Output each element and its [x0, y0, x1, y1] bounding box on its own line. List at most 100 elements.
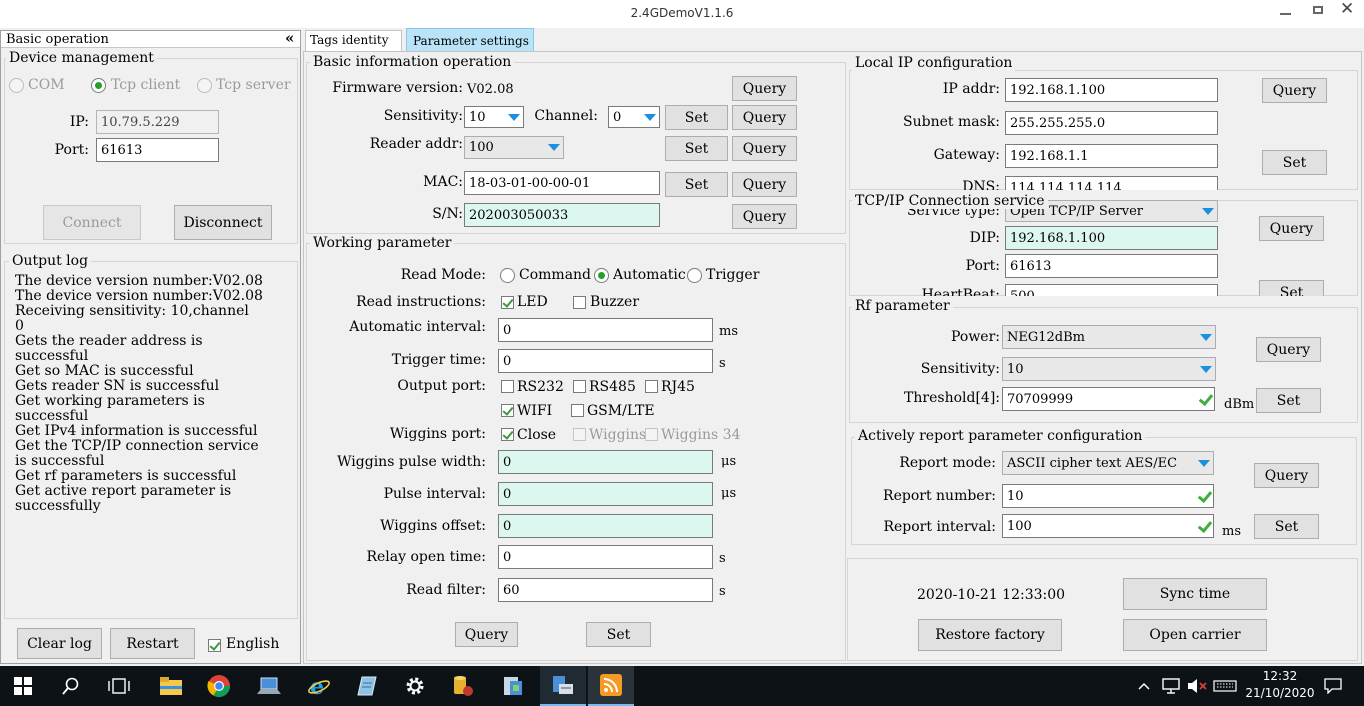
settings-gear-icon[interactable] — [392, 666, 438, 706]
port-field[interactable]: 61613 — [96, 138, 219, 162]
tab-tags-identity[interactable]: Tags identity — [305, 30, 402, 51]
tcpip-set-button[interactable]: Set — [1259, 280, 1324, 296]
local-ip-set-button[interactable]: Set — [1262, 150, 1327, 175]
english-checkbox[interactable] — [208, 639, 221, 652]
sensitivity-select[interactable]: 10 — [464, 106, 524, 128]
tcpip-port-label: Port: — [965, 258, 1000, 274]
report-set-button[interactable]: Set — [1254, 514, 1319, 539]
task-view-icon[interactable] — [96, 666, 142, 706]
restore-factory-button[interactable]: Restore factory — [918, 619, 1062, 651]
read-mode-automatic-radio[interactable] — [594, 268, 609, 283]
wiggins-a-label: Wiggins — [589, 427, 645, 443]
wiggins-close-checkbox[interactable] — [501, 428, 514, 441]
dns-field[interactable]: 114.114.114.114 — [1005, 176, 1218, 190]
pulse-interval-field[interactable]: 0 — [498, 482, 713, 506]
relay-open-time-field[interactable]: 0 — [498, 545, 713, 569]
tcpip-query-button[interactable]: Query — [1259, 216, 1324, 241]
taskbar-clock[interactable]: 12:32 21/10/2020 — [1242, 668, 1318, 704]
gateway-field[interactable]: 192.168.1.1 — [1005, 144, 1218, 168]
buzzer-checkbox[interactable] — [573, 296, 586, 309]
rf-set-button[interactable]: Set — [1256, 388, 1321, 413]
firmware-query-button[interactable]: Query — [732, 76, 797, 101]
tcpip-scroll[interactable]: Service type: Open TCP/IP Server DIP: 19… — [849, 200, 1358, 296]
mac-query-button[interactable]: Query — [732, 172, 797, 197]
local-ip-scroll[interactable]: IP addr: 192.168.1.100 Query Subnet mask… — [849, 70, 1358, 190]
notes-app-icon[interactable] — [344, 666, 390, 706]
read-mode-trigger-radio[interactable] — [687, 268, 702, 283]
reader-addr-set-button[interactable]: Set — [665, 136, 728, 161]
rs485-checkbox[interactable] — [573, 380, 586, 393]
com-radio[interactable] — [9, 78, 24, 93]
reader-addr-select[interactable]: 100 — [464, 136, 564, 159]
file-explorer-icon[interactable] — [148, 666, 194, 706]
laptop-app-icon[interactable] — [246, 666, 292, 706]
notifications-icon[interactable] — [1316, 666, 1350, 706]
maximize-button[interactable] — [1304, 2, 1330, 20]
rs232-checkbox[interactable] — [501, 380, 514, 393]
keyboard-icon[interactable] — [1210, 666, 1240, 706]
heartbeat-field[interactable]: 500 — [1005, 284, 1218, 296]
chevron-up-icon[interactable] — [1132, 666, 1156, 706]
ip-addr-field[interactable]: 192.168.1.100 — [1005, 78, 1218, 102]
volume-muted-icon[interactable] — [1184, 666, 1210, 706]
mac-field[interactable]: 18-03-01-00-00-01 — [464, 171, 660, 195]
report-number-field[interactable]: 10 — [1002, 484, 1214, 508]
subnet-mask-field[interactable]: 255.255.255.0 — [1005, 111, 1218, 135]
auto-interval-field[interactable]: 0 — [498, 318, 713, 342]
buzzer-label: Buzzer — [590, 294, 640, 310]
rf-sensitivity-select[interactable]: 10 — [1002, 357, 1216, 381]
power-select[interactable]: NEG12dBm — [1002, 325, 1216, 349]
wiggins-a-checkbox[interactable] — [573, 428, 586, 441]
rj45-checkbox[interactable] — [645, 380, 658, 393]
sn-query-button[interactable]: Query — [732, 204, 797, 229]
trigger-time-field[interactable]: 0 — [498, 349, 713, 373]
sensitivity-query-button[interactable]: Query — [732, 105, 797, 130]
connect-button[interactable]: Connect — [43, 205, 141, 240]
chrome-icon[interactable] — [196, 666, 242, 706]
minimize-button[interactable] — [1272, 4, 1298, 20]
report-interval-field[interactable]: 100 — [1002, 514, 1214, 538]
collapse-icon[interactable]: « — [285, 29, 294, 47]
sn-field[interactable]: 202003050033 — [464, 203, 660, 227]
working-query-button[interactable]: Query — [455, 622, 518, 647]
output-port-label: Output port: — [397, 378, 486, 394]
network-icon[interactable] — [1158, 666, 1184, 706]
dip-field[interactable]: 192.168.1.100 — [1005, 226, 1218, 250]
close-button[interactable]: ✕ — [1334, 0, 1360, 20]
clear-log-button[interactable]: Clear log — [17, 628, 102, 659]
tcpip-port-field[interactable]: 61613 — [1005, 254, 1218, 278]
wifi-checkbox[interactable] — [501, 404, 514, 417]
led-checkbox[interactable] — [501, 296, 514, 309]
local-ip-query-button[interactable]: Query — [1262, 78, 1327, 103]
sensitivity-set-button[interactable]: Set — [665, 105, 728, 130]
rf-query-button[interactable]: Query — [1256, 337, 1321, 362]
network-tool-icon[interactable] — [490, 666, 536, 706]
windows-start-icon[interactable] — [0, 666, 46, 706]
gsm-lte-checkbox[interactable] — [571, 404, 584, 417]
read-filter-field[interactable]: 60 — [498, 578, 713, 602]
internet-explorer-icon[interactable]: e — [296, 666, 342, 706]
ip-field[interactable]: 10.79.5.229 — [96, 110, 219, 134]
wiggins-b-checkbox[interactable] — [645, 428, 658, 441]
tcp-client-radio[interactable] — [91, 78, 106, 93]
pulse-width-field[interactable]: 0 — [498, 450, 713, 474]
report-query-button[interactable]: Query — [1254, 463, 1319, 488]
tab-parameter-settings[interactable]: Parameter settings — [406, 28, 534, 52]
database-tool-icon[interactable] — [440, 666, 486, 706]
read-mode-command-radio[interactable] — [500, 268, 515, 283]
wiggins-offset-field[interactable]: 0 — [498, 514, 713, 538]
active-app-icon[interactable] — [540, 666, 586, 706]
channel-select[interactable]: 0 — [608, 106, 660, 128]
open-carrier-button[interactable]: Open carrier — [1123, 619, 1267, 651]
rss-app-icon[interactable] — [588, 666, 634, 706]
reader-addr-query-button[interactable]: Query — [732, 136, 797, 161]
disconnect-button[interactable]: Disconnect — [174, 205, 272, 240]
report-mode-select[interactable]: ASCII cipher text AES/EC — [1002, 451, 1214, 475]
restart-button[interactable]: Restart — [110, 628, 195, 659]
mac-set-button[interactable]: Set — [665, 172, 728, 197]
tcp-server-radio[interactable] — [197, 78, 212, 93]
working-set-button[interactable]: Set — [586, 622, 651, 647]
threshold-field[interactable]: 70709999 — [1002, 387, 1215, 411]
sync-time-button[interactable]: Sync time — [1123, 578, 1267, 610]
search-icon[interactable] — [48, 666, 94, 706]
